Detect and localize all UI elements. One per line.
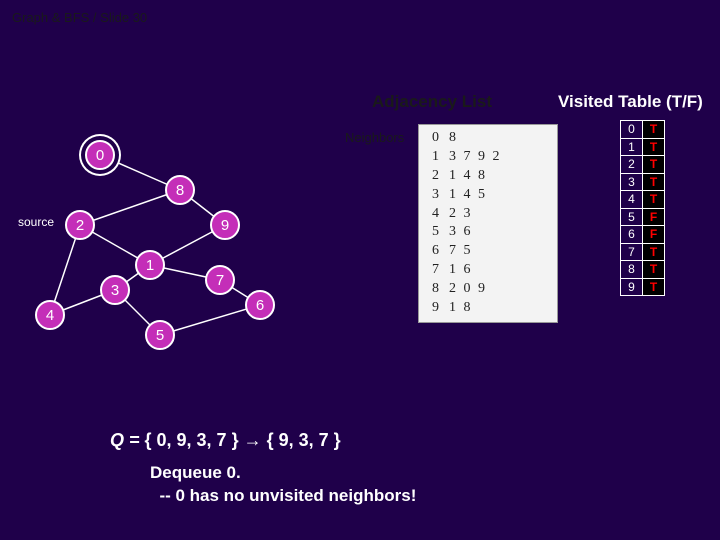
- table-row: 0T: [621, 121, 665, 139]
- table-row: 2T: [621, 156, 665, 174]
- breadcrumb: Graph & BFS / Slide 30: [12, 10, 147, 25]
- table-row: 1T: [621, 138, 665, 156]
- table-row: 6F: [621, 226, 665, 244]
- message-line-1: Dequeue 0.: [150, 462, 416, 485]
- status-message: Dequeue 0. -- 0 has no unvisited neighbo…: [150, 462, 416, 508]
- adjacency-row: 71 6: [425, 261, 551, 280]
- visited-table-header: Visited Table (T/F): [558, 92, 703, 112]
- graph-node-8: 8: [165, 175, 195, 205]
- graph-node-5: 5: [145, 320, 175, 350]
- table-row: 5F: [621, 208, 665, 226]
- adjacency-list-header: Adjacency List: [372, 92, 492, 112]
- table-row: 4T: [621, 191, 665, 209]
- graph-edges: [0, 110, 360, 370]
- table-row: 8T: [621, 261, 665, 279]
- graph-node-9: 9: [210, 210, 240, 240]
- table-row: 9T: [621, 278, 665, 296]
- adjacency-row: 53 6: [425, 223, 551, 242]
- table-row: 3T: [621, 173, 665, 191]
- adjacency-row: 08: [425, 129, 551, 148]
- adjacency-row: 42 3: [425, 205, 551, 224]
- graph-diagram: source 0 8 2 9 1 3 7 4 5 6: [0, 110, 360, 370]
- source-label: source: [18, 215, 54, 229]
- adjacency-row: 31 4 5: [425, 186, 551, 205]
- adjacency-row: 82 0 9: [425, 280, 551, 299]
- graph-node-2: 2: [65, 210, 95, 240]
- graph-node-0: 0: [85, 140, 115, 170]
- queue-line: Q = { 0, 9, 3, 7 } → { 9, 3, 7 }: [110, 430, 341, 451]
- graph-node-7: 7: [205, 265, 235, 295]
- adjacency-row: 67 5: [425, 242, 551, 261]
- queue-text: { 0, 9, 3, 7 } → { 9, 3, 7 }: [145, 430, 341, 450]
- graph-node-4: 4: [35, 300, 65, 330]
- graph-node-6: 6: [245, 290, 275, 320]
- adjacency-row: 91 8: [425, 299, 551, 318]
- adjacency-list: 08 13 7 9 2 21 4 8 31 4 5 42 3 53 6 67 5…: [418, 124, 558, 323]
- message-line-2: -- 0 has no unvisited neighbors!: [150, 485, 416, 508]
- graph-node-3: 3: [100, 275, 130, 305]
- queue-prefix: Q =: [110, 430, 145, 450]
- adjacency-row: 13 7 9 2: [425, 148, 551, 167]
- visited-table: 0T 1T 2T 3T 4T 5F 6F 7T 8T 9T: [620, 120, 665, 296]
- graph-node-1: 1: [135, 250, 165, 280]
- adjacency-row: 21 4 8: [425, 167, 551, 186]
- table-row: 7T: [621, 243, 665, 261]
